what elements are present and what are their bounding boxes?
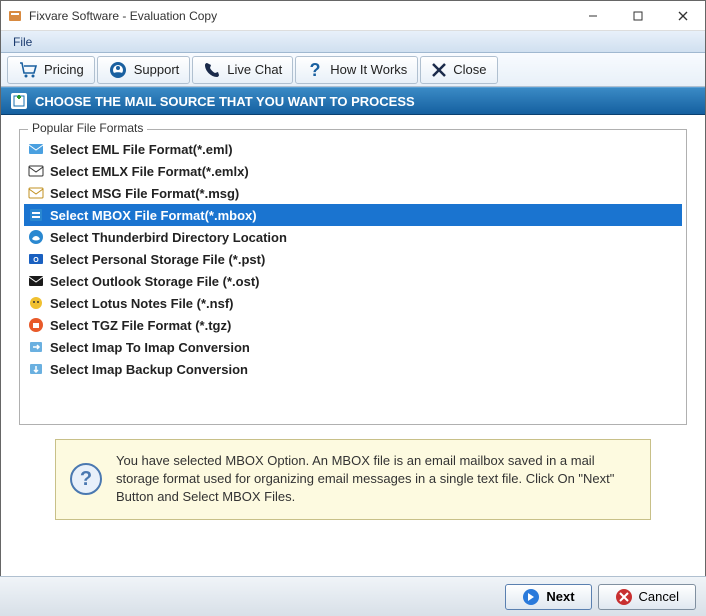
- minimize-button[interactable]: [570, 1, 615, 31]
- format-item-msg[interactable]: Select MSG File Format(*.msg): [24, 182, 682, 204]
- emlx-icon: [28, 163, 44, 179]
- tgz-icon: [28, 317, 44, 333]
- toolbar-close-button[interactable]: Close: [420, 56, 497, 84]
- format-item-emlx[interactable]: Select EMLX File Format(*.emlx): [24, 160, 682, 182]
- info-icon: ?: [70, 463, 102, 495]
- formats-fieldset: Popular File Formats Select EML File For…: [19, 129, 687, 425]
- cancel-x-icon: [615, 588, 633, 606]
- phone-icon: [203, 61, 221, 79]
- svg-text:O: O: [33, 257, 39, 264]
- how-it-works-label: How It Works: [330, 62, 407, 77]
- section-header-icon: [11, 93, 27, 109]
- format-label: Select Personal Storage File (*.pst): [50, 252, 265, 267]
- close-icon: [431, 62, 447, 78]
- toolbar: Pricing Support Live Chat ? How It Works…: [1, 53, 705, 87]
- svg-text:?: ?: [310, 61, 321, 79]
- format-label: Select Imap Backup Conversion: [50, 362, 248, 377]
- format-item-tgz[interactable]: Select TGZ File Format (*.tgz): [24, 314, 682, 336]
- thunderbird-icon: [28, 229, 44, 245]
- format-label: Select Outlook Storage File (*.ost): [50, 274, 259, 289]
- format-item-eml[interactable]: Select EML File Format(*.eml): [24, 138, 682, 160]
- imap-backup-icon: [28, 361, 44, 377]
- mbox-icon: [28, 207, 44, 223]
- section-title: CHOOSE THE MAIL SOURCE THAT YOU WANT TO …: [35, 94, 415, 109]
- question-icon: ?: [306, 61, 324, 79]
- maximize-button[interactable]: [615, 1, 660, 31]
- close-label: Close: [453, 62, 486, 77]
- info-text: You have selected MBOX Option. An MBOX f…: [116, 452, 636, 507]
- format-item-thunderbird[interactable]: Select Thunderbird Directory Location: [24, 226, 682, 248]
- support-label: Support: [134, 62, 180, 77]
- imap-icon: [28, 339, 44, 355]
- pst-icon: O: [28, 251, 44, 267]
- format-label: Select EMLX File Format(*.emlx): [50, 164, 249, 179]
- close-button[interactable]: [660, 1, 705, 31]
- window-controls: [570, 1, 705, 31]
- menu-file[interactable]: File: [5, 33, 40, 51]
- format-label: Select MSG File Format(*.msg): [50, 186, 239, 201]
- next-arrow-icon: [522, 588, 540, 606]
- format-label: Select Lotus Notes File (*.nsf): [50, 296, 233, 311]
- cart-icon: [18, 61, 38, 79]
- section-header: CHOOSE THE MAIL SOURCE THAT YOU WANT TO …: [1, 87, 705, 115]
- format-label: Select MBOX File Format(*.mbox): [50, 208, 257, 223]
- live-chat-button[interactable]: Live Chat: [192, 56, 293, 84]
- next-button[interactable]: Next: [505, 584, 591, 610]
- cancel-button[interactable]: Cancel: [598, 584, 696, 610]
- next-label: Next: [546, 589, 574, 604]
- how-it-works-button[interactable]: ? How It Works: [295, 56, 418, 84]
- format-item-imap[interactable]: Select Imap To Imap Conversion: [24, 336, 682, 358]
- format-item-pst[interactable]: O Select Personal Storage File (*.pst): [24, 248, 682, 270]
- info-panel: ? You have selected MBOX Option. An MBOX…: [55, 439, 651, 520]
- body-area: Popular File Formats Select EML File For…: [1, 115, 705, 528]
- format-label: Select EML File Format(*.eml): [50, 142, 233, 157]
- titlebar-left: Fixvare Software - Evaluation Copy: [1, 8, 217, 24]
- ost-icon: [28, 273, 44, 289]
- menubar: File: [1, 31, 705, 53]
- nsf-icon: [28, 295, 44, 311]
- format-label: Select Thunderbird Directory Location: [50, 230, 287, 245]
- format-label: Select Imap To Imap Conversion: [50, 340, 250, 355]
- cancel-label: Cancel: [639, 589, 679, 604]
- format-item-imap-backup[interactable]: Select Imap Backup Conversion: [24, 358, 682, 380]
- headset-icon: [108, 61, 128, 79]
- eml-icon: [28, 141, 44, 157]
- format-item-ost[interactable]: Select Outlook Storage File (*.ost): [24, 270, 682, 292]
- window-title: Fixvare Software - Evaluation Copy: [29, 9, 217, 23]
- formats-list: Select EML File Format(*.eml) Select EMLX…: [24, 138, 682, 380]
- pricing-label: Pricing: [44, 62, 84, 77]
- app-icon: [7, 8, 23, 24]
- titlebar: Fixvare Software - Evaluation Copy: [1, 1, 705, 31]
- pricing-button[interactable]: Pricing: [7, 56, 95, 84]
- formats-legend: Popular File Formats: [28, 121, 147, 135]
- live-chat-label: Live Chat: [227, 62, 282, 77]
- format-item-nsf[interactable]: Select Lotus Notes File (*.nsf): [24, 292, 682, 314]
- msg-icon: [28, 185, 44, 201]
- format-item-mbox[interactable]: Select MBOX File Format(*.mbox): [24, 204, 682, 226]
- format-label: Select TGZ File Format (*.tgz): [50, 318, 231, 333]
- support-button[interactable]: Support: [97, 56, 191, 84]
- footer: Next Cancel: [0, 576, 706, 616]
